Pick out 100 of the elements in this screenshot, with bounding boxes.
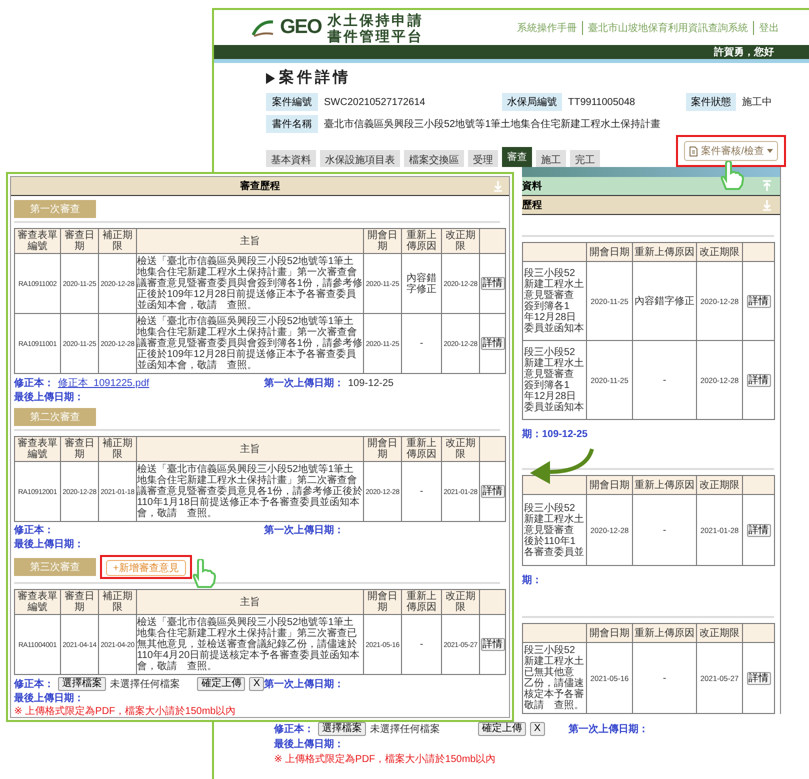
panel-title: 審查歷程 — [240, 179, 280, 193]
tab[interactable]: 檔案交換區 — [404, 150, 464, 167]
panel-header[interactable]: 資料 — [522, 177, 780, 196]
details-button[interactable]: 詳情 — [480, 277, 504, 290]
details-button[interactable]: 詳情 — [746, 374, 770, 386]
column-header: 主旨 — [136, 590, 364, 614]
upload-note: ※ 上傳格式限定為PDF，檔案大小請於150mb以內 — [274, 753, 497, 766]
subject-cell: 檢送「臺北市信義區吳興段三小段52地號等1筆土地集合住宅新建工程水土保持計畫」第一次審查會議審查意見暨審查委員與會簽到簿各1份，請參考修正後於109年12月28日前提送修正本予各審查委員並函知本會，敬請 查照。 — [136, 254, 364, 314]
column-header: 重新上傳原因 — [402, 228, 442, 254]
details-button[interactable]: 詳情 — [746, 294, 770, 308]
subject-cell: 檢送「臺北市信義區吳興段三小段52地號等1筆土地集合住宅新建工程水土保持計畫」第一次審查會議審查意見暨審查委員與會簽到簿各1份，請參考修正後於109年12月28日前提送修正本予各審查委員並函知本會，敬請 查照。 — [136, 314, 364, 374]
field-label: 水保局編號 — [502, 93, 562, 111]
upload-date-text: 期： — [522, 575, 542, 586]
file-link[interactable]: 修正本_1091225.pdf — [58, 376, 150, 390]
upload-date-text: 第一次上傳日期： — [264, 678, 344, 690]
column-header: 開會日期 — [586, 242, 632, 262]
panel-header[interactable]: 歷程 — [522, 196, 780, 215]
confirm-upload-button[interactable]: 確定上傳 — [197, 677, 246, 691]
column-header: 重新上傳原因 — [632, 624, 696, 642]
table-header-cell — [522, 476, 586, 494]
column-header: 改正期限 — [696, 242, 742, 262]
table-cell: 內容錯字修正 — [402, 254, 442, 314]
column-header: 審查日期 — [60, 228, 98, 254]
column-header: 改正期限 — [442, 590, 480, 614]
greeting-text: 許賀勇，您好 — [714, 46, 774, 59]
details-button[interactable]: 詳情 — [480, 337, 504, 350]
upload-date-text: 最後上傳日期： — [14, 538, 85, 551]
details-button[interactable]: 詳情 — [480, 485, 504, 498]
round-label: 第二次審查 — [14, 408, 96, 426]
column-header: 改正期限 — [442, 436, 480, 462]
logo-swoosh-icon — [252, 18, 274, 36]
column-header: 主旨 — [136, 436, 364, 462]
upload-date-text: 最後上傳日期： — [14, 692, 85, 705]
column-header: 審查日期 — [60, 436, 98, 462]
table-header-cell — [522, 242, 586, 262]
table-cell: - — [632, 494, 696, 566]
tab[interactable]: 施工 — [536, 150, 566, 167]
tab[interactable]: 水保設施項目表 — [320, 150, 400, 167]
revision-label: 修正本： — [14, 678, 54, 690]
review-menu-button[interactable]: 案件審核/檢查 — [684, 141, 778, 161]
revision-label: 修正本： — [14, 524, 54, 537]
column-header: 開會日期 — [364, 228, 402, 254]
field-value: SWC20210527172614 — [323, 96, 426, 108]
column-header: 審查日期 — [60, 590, 98, 614]
table-cell: - — [402, 614, 442, 674]
table-cell: - — [632, 642, 696, 714]
revision-label: 修正本： — [274, 722, 314, 736]
download-arrow-icon[interactable] — [493, 180, 503, 192]
upload-date-text: 第一次上傳日期： — [568, 722, 649, 736]
clear-button[interactable]: X — [530, 722, 545, 736]
choose-file-button[interactable]: 選擇檔案 — [318, 722, 366, 736]
column-header: 重新上傳原因 — [632, 242, 696, 262]
subject-cell: 段三小段52 新建工程水土 已無其他意 乙份，請儘速 核定本予各審 敬請 查照。 — [522, 642, 586, 714]
subject-cell: 段三小段52 新建工程水土 意見暨審查 後於110年1 各審查委員並 — [522, 494, 586, 566]
column-header: 審查表單編號 — [14, 590, 60, 614]
column-header: 改正期限 — [442, 228, 480, 254]
tab[interactable]: 基本資料 — [266, 150, 316, 167]
document-icon — [689, 146, 698, 156]
upload-arrow-icon[interactable] — [762, 180, 772, 192]
field-value: TT9911005048 — [567, 96, 636, 108]
tab[interactable]: 審查 — [502, 147, 532, 167]
upload-date-text: 最後上傳日期： — [274, 738, 345, 751]
field-value: 臺北市信義區吳興段三小段52地號等1筆土地集合住宅新建工程水土保持計畫 — [323, 118, 661, 131]
subject-cell: 檢送「臺北市信義區吳興段三小段52地號等1筆土地集合住宅新建工程水土保持計畫」第二次審查會議審查意見暨審查委員意見各1份，請參考修正後於110年1月18日前提送修正本予各審查委員並函知本會，敬請 查照。 — [136, 462, 364, 522]
table-cell: - — [402, 314, 442, 374]
round-label: 第一次審查 — [14, 200, 96, 218]
download-arrow-icon[interactable] — [762, 199, 772, 211]
field-label: 案件狀態 — [686, 93, 736, 111]
pointer-hand-icon — [718, 161, 744, 191]
tab[interactable]: 完工 — [570, 150, 600, 167]
details-button[interactable]: 詳情 — [746, 524, 770, 536]
site-title: 水土保持申請 — [327, 12, 424, 28]
logo-text: GEO — [280, 16, 322, 39]
page-title: 案件詳情 — [279, 69, 351, 87]
choose-file-button[interactable]: 選擇檔案 — [58, 677, 106, 691]
upload-date-text: 第一次上傳日期： — [264, 376, 344, 390]
column-header: 開會日期 — [586, 476, 632, 494]
site-title: 書件管理平台 — [327, 28, 424, 44]
details-button[interactable]: 詳情 — [480, 638, 504, 651]
round-label: 第三次審查 — [14, 558, 96, 576]
upload-date-text: 期：109-12-25 — [522, 429, 588, 440]
panel-title: 資料 — [522, 180, 542, 193]
column-header: 開會日期 — [586, 624, 632, 642]
table-cell: 內容錯字修正 — [632, 262, 696, 340]
column-header: 重新上傳原因 — [402, 436, 442, 462]
details-button[interactable]: 詳情 — [746, 672, 770, 684]
column-header: 開會日期 — [364, 436, 402, 462]
subject-cell: 段三小段52 新建工程水土 意見暨審查 簽到簿各1 年12月28日 委員並函知本 — [522, 340, 586, 420]
revision-label: 修正本： — [14, 376, 54, 390]
field-label: 書件名稱 — [266, 115, 318, 133]
column-header: 補正期限 — [98, 228, 136, 254]
column-header: 改正期限 — [696, 476, 742, 494]
table-cell: - — [402, 462, 442, 522]
confirm-upload-button[interactable]: 確定上傳 — [478, 722, 526, 736]
field-value: 施工中 — [741, 96, 772, 109]
tab[interactable]: 受理 — [468, 150, 498, 167]
clear-button[interactable]: X — [249, 677, 264, 691]
panel-title: 歷程 — [522, 198, 542, 212]
column-header: 重新上傳原因 — [402, 590, 442, 614]
no-file-text: 未選擇任何檔案 — [370, 722, 440, 736]
